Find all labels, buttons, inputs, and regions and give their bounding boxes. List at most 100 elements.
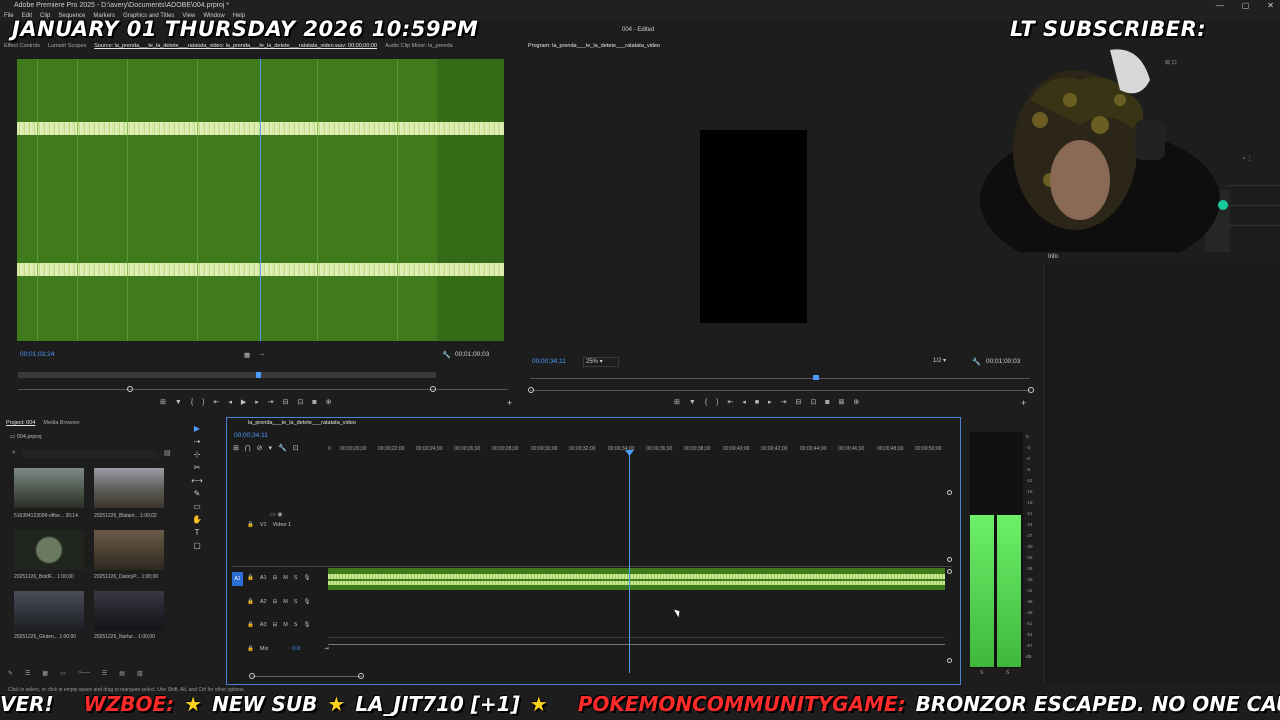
zoom-slider[interactable]: ○──: [78, 670, 90, 678]
media-thumbnail[interactable]: [94, 530, 164, 570]
tab-sequence[interactable]: la_prenda___te_la_detete___ratatata_vide…: [248, 420, 356, 426]
media-thumbnail[interactable]: [14, 530, 84, 570]
camera-icon[interactable]: ◙: [312, 399, 316, 406]
step-forward-icon[interactable]: ▸: [768, 398, 772, 406]
media-thumbnail[interactable]: [94, 468, 164, 508]
freeform-view-icon[interactable]: ▭: [60, 670, 66, 678]
program-scrub-bar[interactable]: [530, 378, 1030, 379]
minimize-button[interactable]: —: [1216, 0, 1224, 11]
program-zoom-select[interactable]: 25% ▾: [583, 357, 619, 367]
go-to-in-icon[interactable]: ⇤: [214, 398, 220, 406]
marker-icon[interactable]: ▼: [175, 399, 182, 406]
icon-view-icon[interactable]: ▦: [42, 670, 48, 678]
tab-source[interactable]: Source: la_prenda___te_la_detete___ratat…: [94, 43, 377, 52]
play-icon[interactable]: ▶: [241, 398, 246, 406]
media-thumbnail[interactable]: [14, 591, 84, 631]
program-wrench-icon[interactable]: 🔧: [972, 358, 981, 366]
source-settings-icon[interactable]: ▦: [244, 351, 250, 359]
source-patch-a1[interactable]: A1: [232, 572, 243, 586]
go-to-in-icon[interactable]: ⇤: [728, 398, 734, 406]
tab-audio-clip-mixer[interactable]: Audio Clip Mixer: la_prenda: [385, 43, 453, 52]
slip-tool-icon[interactable]: ⟷: [191, 476, 202, 485]
step-back-icon[interactable]: ◂: [228, 398, 232, 406]
lift-clip-icon[interactable]: ⊟: [796, 398, 802, 406]
media-thumbnail[interactable]: [14, 468, 84, 508]
program-zoom-handle-right[interactable]: [1028, 387, 1034, 393]
selection-tool-icon[interactable]: ▶: [194, 424, 200, 433]
captions-icon[interactable]: ⊡: [293, 444, 299, 452]
scroll-handle[interactable]: [947, 557, 952, 562]
pen-icon[interactable]: ✎: [8, 670, 13, 678]
compare-icon[interactable]: ⊠: [839, 398, 845, 406]
tab-lumetri-scopes[interactable]: Lumetri Scopes: [48, 43, 86, 52]
go-to-end-icon[interactable]: ⇥: [324, 646, 329, 652]
mic-icon[interactable]: 🎙: [303, 622, 310, 628]
lift-icon[interactable]: ⊞: [674, 398, 680, 406]
stop-icon[interactable]: ■: [755, 399, 759, 406]
mark-out-icon[interactable]: }: [716, 399, 718, 406]
go-to-out-icon[interactable]: ⇥: [268, 398, 274, 406]
mute-button[interactable]: M: [283, 599, 288, 605]
lock-icon[interactable]: 🔒: [247, 622, 254, 628]
mic-icon[interactable]: 🎙: [303, 575, 310, 581]
lock-icon[interactable]: 🔒: [247, 575, 254, 581]
source-timecode[interactable]: 00;01;03;24: [20, 351, 54, 358]
trash-icon[interactable]: ▥: [137, 670, 143, 678]
mix-value[interactable]: 0.0: [292, 646, 300, 652]
meter-solo-right[interactable]: S: [1006, 670, 1009, 676]
insert-icon[interactable]: ⊞: [160, 398, 166, 406]
timeline-zoom-bar[interactable]: [252, 676, 362, 677]
step-back-icon[interactable]: ◂: [742, 398, 746, 406]
search-input[interactable]: [22, 450, 157, 458]
nest-icon[interactable]: ⊞: [233, 444, 239, 452]
source-add-button-icon[interactable]: +: [507, 398, 512, 408]
source-scrub-head[interactable]: [256, 372, 261, 378]
source-wrench-icon[interactable]: 🔧: [442, 351, 451, 359]
insert-clip-icon[interactable]: ⊟: [283, 398, 289, 406]
timeline-zoom-handle-left[interactable]: [249, 673, 255, 679]
go-to-out-icon[interactable]: ⇥: [781, 398, 787, 406]
wrench-icon[interactable]: 🔧: [278, 444, 287, 452]
info-panel-title[interactable]: Info: [1048, 254, 1058, 260]
media-thumbnail[interactable]: [94, 591, 164, 631]
tab-media-browser[interactable]: Media Browser: [43, 420, 80, 426]
mute-button[interactable]: M: [283, 622, 288, 628]
timeline-ruler[interactable]: 0 00;00;20;00 00;00;22;00 00;00;24;00 00…: [328, 443, 948, 455]
scroll-handle[interactable]: [947, 658, 952, 663]
razor-tool-icon[interactable]: ✂: [194, 463, 201, 472]
sync-icon[interactable]: ⊟: [273, 599, 278, 605]
type-tool-icon[interactable]: T: [195, 528, 200, 537]
program-zoom-bar[interactable]: [530, 390, 1030, 391]
solo-button[interactable]: S: [294, 622, 298, 628]
source-zoom-handle-right[interactable]: [430, 386, 436, 392]
rectangle-tool-icon[interactable]: ▭: [193, 502, 201, 511]
lock-icon[interactable]: 🔒: [247, 522, 254, 528]
tab-program[interactable]: Program: la_prenda___te_la_detete___rata…: [528, 43, 660, 49]
folder-icon[interactable]: ▪ ⋮: [1243, 155, 1253, 162]
mark-out-icon[interactable]: }: [202, 399, 204, 406]
track-label-v1[interactable]: V1: [260, 522, 267, 528]
new-bin-icon[interactable]: ▤: [164, 449, 171, 457]
list-view-icon[interactable]: ☰: [25, 670, 30, 678]
pen-tool-icon[interactable]: ✎: [194, 489, 201, 498]
source-scrub-bar[interactable]: [18, 372, 436, 378]
sync-icon[interactable]: ⊟: [273, 575, 278, 581]
eye-icon[interactable]: ▭ ◉: [270, 511, 283, 518]
hand-tool-icon[interactable]: ✋: [192, 515, 202, 524]
close-button[interactable]: ✕: [1267, 0, 1274, 11]
mute-button[interactable]: M: [283, 575, 288, 581]
extract-icon[interactable]: ⊡: [810, 398, 816, 406]
marker-icon[interactable]: ▼: [689, 399, 696, 406]
linked-icon[interactable]: ⊘: [257, 444, 263, 452]
source-export-icon[interactable]: ⇔: [259, 351, 266, 358]
mic-icon[interactable]: 🎙: [303, 599, 310, 605]
mark-in-icon[interactable]: {: [191, 399, 193, 406]
track-label-a1[interactable]: A1: [260, 575, 267, 581]
solo-button[interactable]: S: [294, 575, 298, 581]
scroll-handle[interactable]: [947, 490, 952, 495]
track-label-a2[interactable]: A2: [260, 599, 267, 605]
sort-icon[interactable]: ☰: [102, 670, 107, 678]
playhead[interactable]: [629, 450, 630, 673]
overwrite-icon[interactable]: ⊡: [298, 398, 304, 406]
mark-in-icon[interactable]: {: [705, 399, 707, 406]
